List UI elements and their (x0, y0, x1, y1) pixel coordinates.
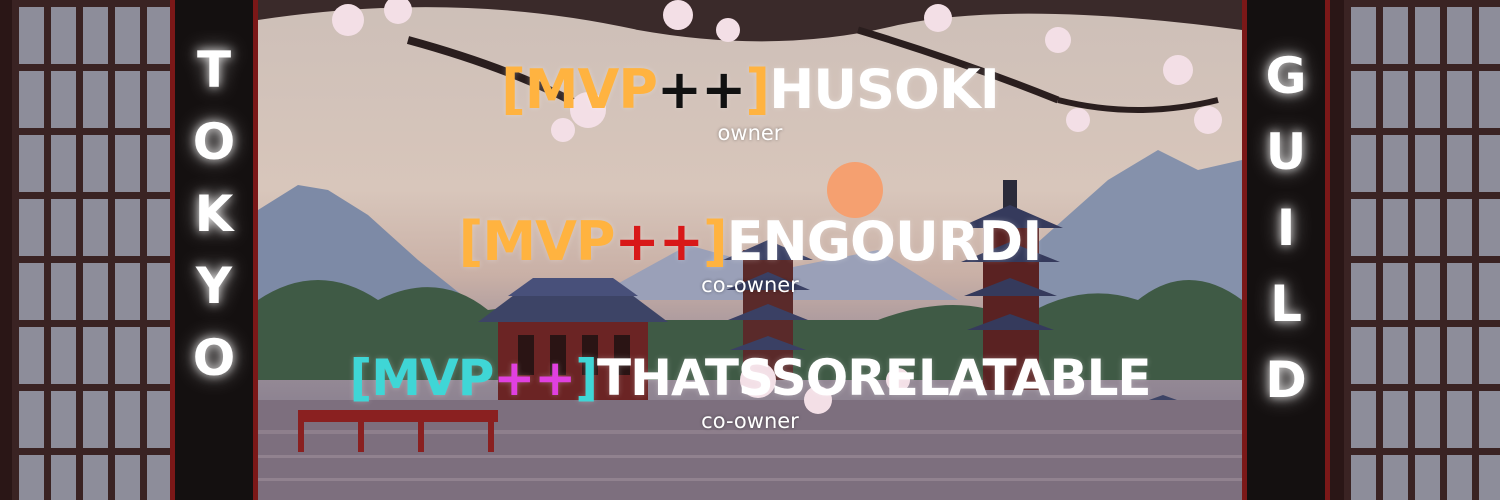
rank-label: MVP (482, 210, 615, 273)
left-shoji-screen (0, 0, 172, 500)
member-name: [MVP++]ENGOURDI (258, 212, 1242, 272)
player-name: THATSSORELATABLE (597, 349, 1152, 407)
member-entry-co-owner-2: [MVP++]THATSSORELATABLE co-owner (258, 348, 1242, 434)
rank-open-bracket: [ (501, 58, 526, 121)
left-letter: K (194, 185, 234, 243)
rank-label: MVP (371, 349, 494, 407)
right-lattice (1344, 0, 1500, 500)
rank-plus: ++ (656, 58, 746, 121)
member-role: co-owner (701, 409, 799, 433)
left-letter: O (192, 329, 236, 387)
rank-close-bracket: ] (702, 210, 728, 273)
right-shoji-screen (1328, 0, 1500, 500)
player-name: ENGOURDI (726, 210, 1043, 273)
right-letter: L (1270, 275, 1302, 333)
guild-banner: T O K Y O G U I L D [MVP++]HUSOKI owner … (0, 0, 1500, 500)
rank-plus: ++ (614, 210, 703, 273)
left-pillar: T O K Y O (170, 0, 258, 500)
right-word: G U I L D (1242, 48, 1330, 408)
rank-close-bracket: ] (745, 58, 770, 121)
member-name: [MVP++]HUSOKI (258, 60, 1242, 120)
member-role: owner (717, 121, 783, 145)
right-letter: U (1265, 123, 1307, 181)
right-letter: I (1276, 199, 1296, 257)
member-entry-co-owner-1: [MVP++]ENGOURDI co-owner (258, 212, 1242, 298)
right-pillar: G U I L D (1242, 0, 1330, 500)
right-letter: G (1265, 47, 1307, 105)
rank-plus: ++ (493, 349, 576, 407)
left-lattice (12, 0, 170, 500)
member-role: co-owner (701, 273, 799, 297)
right-letter: D (1265, 351, 1307, 409)
member-name: [MVP++]THATSSORELATABLE (258, 348, 1242, 408)
member-entry-owner: [MVP++]HUSOKI owner (258, 60, 1242, 146)
left-word: T O K Y O (170, 42, 258, 386)
left-letter: O (192, 113, 236, 171)
player-name: HUSOKI (769, 58, 1000, 121)
rank-open-bracket: [ (458, 210, 484, 273)
left-letter: Y (195, 257, 233, 315)
left-letter: T (196, 41, 232, 99)
rank-close-bracket: ] (575, 349, 598, 407)
rank-open-bracket: [ (349, 349, 372, 407)
rank-label: MVP (524, 58, 658, 121)
